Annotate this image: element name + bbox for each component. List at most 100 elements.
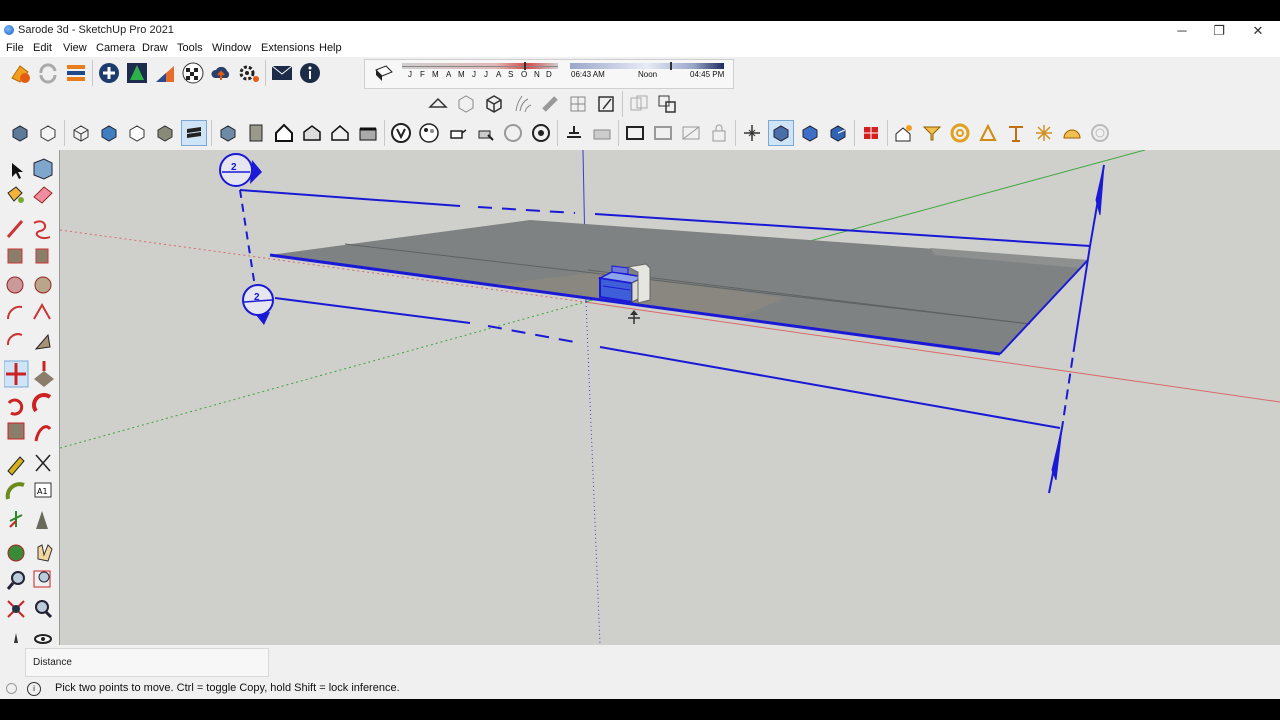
menu-camera[interactable]: Camera — [96, 42, 135, 54]
front-view-icon[interactable] — [69, 121, 93, 145]
select-tool-icon[interactable] — [12, 163, 23, 179]
axes-tool-icon[interactable] — [9, 511, 23, 528]
render-region-icon[interactable] — [501, 121, 525, 145]
iso-view-icon[interactable] — [8, 121, 32, 145]
look-around-icon[interactable] — [34, 634, 52, 644]
ground-plane[interactable] — [270, 220, 1088, 354]
3d-warehouse-icon[interactable] — [125, 61, 149, 85]
ring-icon[interactable] — [948, 121, 972, 145]
light-gen-icon[interactable] — [562, 121, 586, 145]
position-camera-icon[interactable] — [14, 633, 18, 643]
grey-circle-icon[interactable] — [1088, 121, 1112, 145]
refresh-icon[interactable] — [36, 61, 60, 85]
instructor-info-icon[interactable]: i — [27, 682, 41, 696]
3d-text-icon[interactable] — [36, 511, 48, 529]
photo-textures-icon[interactable] — [181, 61, 205, 85]
roof-icon[interactable] — [300, 121, 324, 145]
layout-icon[interactable] — [153, 61, 177, 85]
protractor-icon[interactable] — [5, 482, 25, 500]
material-editor-icon[interactable] — [417, 121, 441, 145]
maximize-button[interactable]: ❐ — [1199, 21, 1239, 41]
circle-icon[interactable] — [6, 276, 24, 294]
teapot-render-icon[interactable] — [445, 121, 469, 145]
monochrome-icon[interactable] — [594, 92, 618, 116]
sparkle-icon[interactable] — [1032, 121, 1056, 145]
interactive-render-icon[interactable] — [473, 121, 497, 145]
door-icon[interactable] — [244, 121, 268, 145]
section-plane-icon[interactable] — [627, 92, 651, 116]
red-grid-icon[interactable] — [859, 121, 883, 145]
tripod-icon[interactable] — [1004, 121, 1028, 145]
back-view-icon[interactable] — [125, 121, 149, 145]
light-panel-icon[interactable] — [590, 121, 614, 145]
mail-icon[interactable] — [270, 61, 294, 85]
back-edges-icon[interactable] — [454, 92, 478, 116]
make-component-icon[interactable] — [33, 158, 53, 180]
section-cut-icon[interactable] — [655, 92, 679, 116]
menu-window[interactable]: Window — [212, 42, 251, 54]
top-view-icon[interactable] — [36, 121, 60, 145]
box-selected-icon[interactable] — [768, 120, 794, 146]
rectangle-icon[interactable] — [7, 248, 23, 264]
bottom-view-icon[interactable] — [181, 120, 207, 146]
right-view-icon[interactable] — [97, 121, 121, 145]
orbit-icon[interactable] — [7, 544, 25, 562]
axes-icon[interactable] — [740, 121, 764, 145]
geo-location-icon[interactable] — [6, 683, 17, 694]
left-view-icon[interactable] — [153, 121, 177, 145]
move-tool-icon[interactable] — [3, 360, 29, 388]
zoom-icon[interactable] — [6, 571, 25, 590]
wireframe-icon[interactable] — [482, 92, 506, 116]
eraser-icon[interactable] — [33, 186, 53, 204]
pie-icon[interactable] — [34, 333, 51, 350]
spot-light-icon[interactable] — [679, 121, 703, 145]
funnel-icon[interactable] — [920, 121, 944, 145]
add-location-icon[interactable] — [97, 61, 121, 85]
follow-me-icon[interactable] — [32, 393, 52, 413]
menu-draw[interactable]: Draw — [142, 42, 168, 54]
blue-cube-icon[interactable] — [798, 121, 822, 145]
extension-manager-icon[interactable] — [64, 61, 88, 85]
drawing-viewport[interactable]: 2 2 — [60, 150, 1280, 645]
home-outline-icon[interactable] — [328, 121, 352, 145]
sphere-light-icon[interactable] — [651, 121, 675, 145]
close-button[interactable]: ✕ — [1238, 21, 1278, 41]
xray-icon[interactable] — [426, 92, 450, 116]
frame-buffer-icon[interactable] — [529, 121, 553, 145]
lock-icon[interactable] — [707, 121, 731, 145]
month-slider-thumb[interactable] — [523, 62, 526, 70]
cloud-upload-icon[interactable] — [209, 61, 233, 85]
dimension-icon[interactable] — [35, 454, 51, 472]
time-slider[interactable] — [570, 63, 724, 69]
menu-help[interactable]: Help — [319, 42, 342, 54]
window-frame-icon[interactable] — [356, 121, 380, 145]
component-icon[interactable] — [216, 121, 240, 145]
vray-icon[interactable] — [389, 121, 413, 145]
rotate-icon[interactable] — [7, 398, 24, 416]
info-icon[interactable] — [298, 61, 322, 85]
sketchup-logo-button-icon[interactable] — [8, 61, 32, 85]
dome-icon[interactable] — [1060, 121, 1084, 145]
settings-gear-icon[interactable] — [237, 61, 261, 85]
line-tool-icon[interactable] — [6, 220, 24, 238]
offset-icon[interactable] — [34, 425, 52, 442]
pan-hand-icon[interactable] — [37, 544, 53, 562]
textured-icon[interactable] — [566, 92, 590, 116]
menu-view[interactable]: View — [63, 42, 87, 54]
zoom-window-icon[interactable] — [33, 570, 51, 588]
house-icon[interactable] — [272, 121, 296, 145]
sun-house-icon[interactable] — [892, 121, 916, 145]
previous-view-icon[interactable] — [35, 600, 53, 619]
two-point-arc-icon[interactable] — [33, 302, 51, 320]
hidden-line-icon[interactable] — [510, 92, 534, 116]
arc-icon[interactable] — [6, 305, 23, 320]
zoom-extents-icon[interactable] — [7, 600, 25, 618]
freehand-icon[interactable] — [33, 220, 51, 240]
menu-extensions[interactable]: Extensions — [261, 42, 315, 54]
rotated-rect-icon[interactable] — [35, 248, 49, 264]
time-slider-thumb[interactable] — [670, 62, 673, 70]
tape-measure-icon[interactable] — [7, 456, 25, 476]
menu-file[interactable]: File — [6, 42, 24, 54]
rect-light-icon[interactable] — [623, 121, 647, 145]
triangle-icon[interactable] — [976, 121, 1000, 145]
